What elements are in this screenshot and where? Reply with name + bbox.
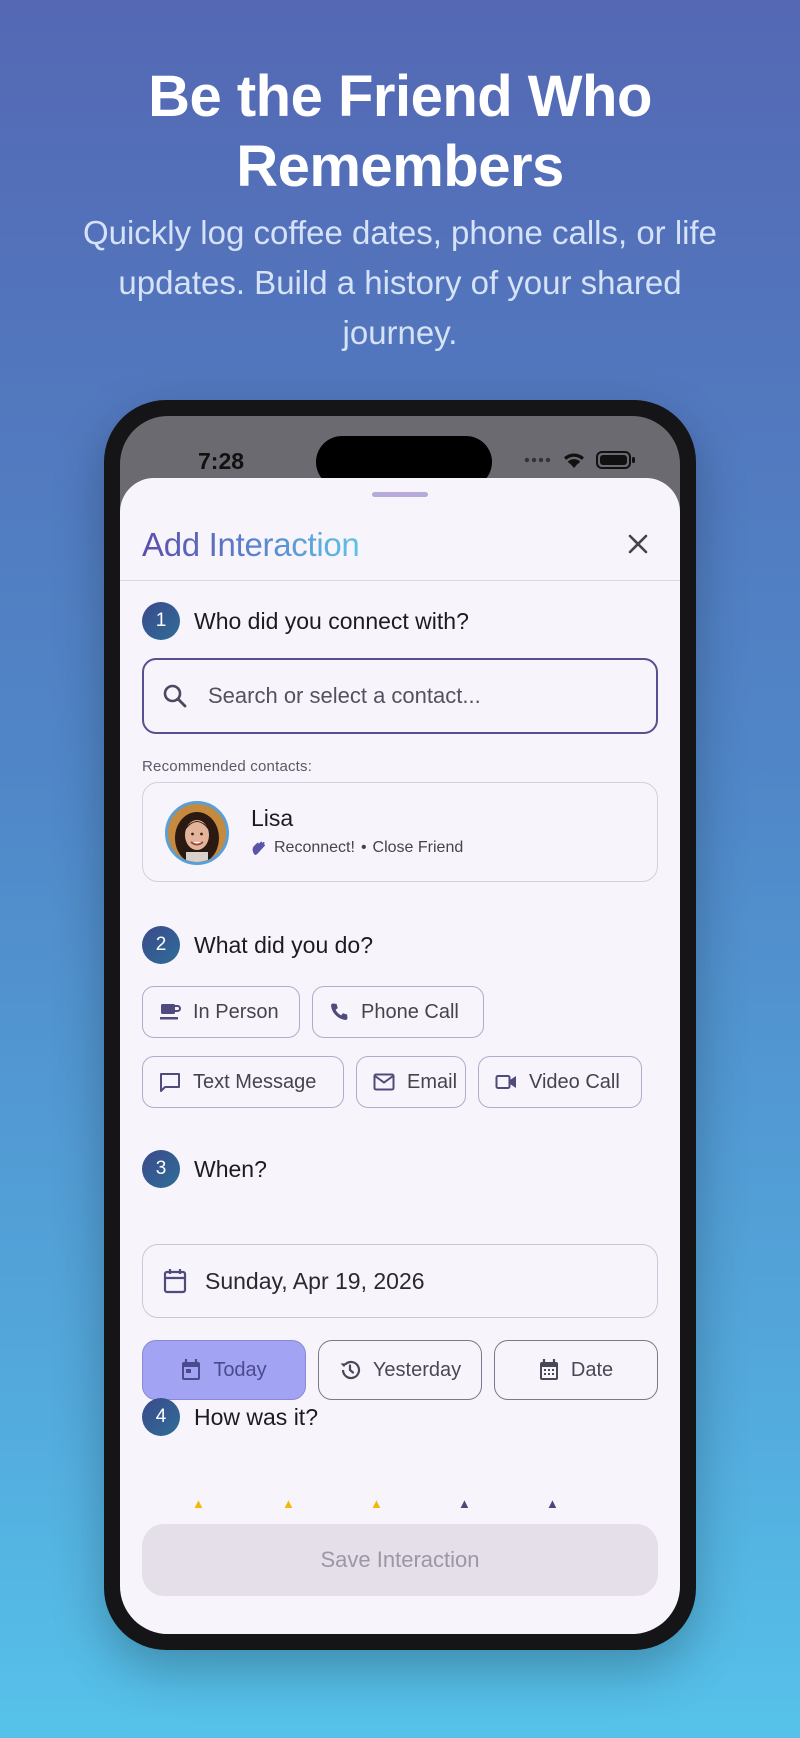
close-icon xyxy=(628,534,648,554)
activity-email[interactable]: Email xyxy=(356,1056,466,1108)
date-field[interactable]: Sunday, Apr 19, 2026 xyxy=(142,1244,658,1318)
phone-icon xyxy=(331,1003,348,1020)
add-interaction-sheet: Add Interaction 1 Who did you connect wi… xyxy=(120,478,680,1634)
avatar xyxy=(165,801,229,865)
activity-text-message[interactable]: Text Message xyxy=(142,1056,344,1108)
calendar-icon xyxy=(163,1269,187,1294)
recommended-label: Recommended contacts: xyxy=(142,758,313,775)
phone-screen: 7:28 Add Interaction 1 Who did you conne… xyxy=(120,416,680,1634)
contact-status: Reconnect! xyxy=(274,839,355,856)
message-icon xyxy=(160,1073,180,1092)
today-button[interactable]: Today xyxy=(142,1340,306,1400)
activity-label: In Person xyxy=(193,1000,279,1023)
activity-label: Text Message xyxy=(193,1070,317,1093)
date-value: Sunday, Apr 19, 2026 xyxy=(205,1267,425,1294)
activity-video-call[interactable]: Video Call xyxy=(478,1056,642,1108)
contact-meta: Reconnect! • Close Friend xyxy=(251,839,463,857)
step-4-header: 4 How was it? xyxy=(142,1398,318,1436)
coffee-icon xyxy=(160,1004,181,1020)
calendar-today-icon xyxy=(182,1359,201,1380)
save-interaction-button[interactable]: Save Interaction xyxy=(142,1524,658,1596)
sheet-grabber[interactable] xyxy=(372,492,428,497)
step-number: 2 xyxy=(142,926,180,964)
activity-label: Email xyxy=(407,1070,458,1093)
meta-separator: • xyxy=(360,839,367,856)
wifi-icon xyxy=(564,453,584,468)
rating-star-1[interactable]: ▲ xyxy=(192,1496,205,1511)
status-icons xyxy=(524,450,636,470)
waving-hand-icon xyxy=(252,841,266,855)
status-time: 7:28 xyxy=(198,448,245,474)
step-2-header: 2 What did you do? xyxy=(142,926,373,964)
video-icon xyxy=(495,1075,516,1089)
history-icon xyxy=(340,1360,360,1380)
sheet-title: Add Interaction xyxy=(142,526,360,563)
pick-date-button[interactable]: Date xyxy=(494,1340,658,1400)
hero-title: Be the Friend Who Remembers xyxy=(0,62,800,202)
phone-frame: 7:28 Add Interaction 1 Who did you conne… xyxy=(104,400,696,1650)
step-question: How was it? xyxy=(194,1403,318,1430)
step-number: 1 xyxy=(142,602,180,640)
yesterday-button[interactable]: Yesterday xyxy=(318,1340,482,1400)
hero-title-line2: Remembers xyxy=(236,134,564,199)
hero-title-line1: Be the Friend Who xyxy=(148,64,652,129)
pick-date-label: Date xyxy=(570,1358,614,1381)
rating-star-5[interactable]: ▲ xyxy=(546,1496,559,1511)
calendar-grid-icon xyxy=(539,1359,558,1380)
mail-icon xyxy=(373,1073,395,1091)
activity-label: Video Call xyxy=(529,1070,620,1093)
search-input[interactable] xyxy=(208,683,628,709)
rating-star-4[interactable]: ▲ xyxy=(458,1496,471,1511)
recommended-contact-card[interactable]: Lisa Reconnect! • Close Friend xyxy=(142,782,658,882)
activity-in-person[interactable]: In Person xyxy=(142,986,300,1038)
step-1-header: 1 Who did you connect with? xyxy=(142,602,469,640)
step-question: What did you do? xyxy=(194,931,374,958)
contact-relation: Close Friend xyxy=(372,839,464,856)
step-question: When? xyxy=(194,1155,267,1182)
rating-star-3[interactable]: ▲ xyxy=(370,1496,383,1511)
rating-star-2[interactable]: ▲ xyxy=(282,1496,295,1511)
step-number: 4 xyxy=(142,1398,180,1436)
header-divider xyxy=(120,580,680,581)
battery-icon xyxy=(596,451,635,469)
signal-icon xyxy=(524,457,551,463)
step-question: Who did you connect with? xyxy=(194,607,469,634)
activity-label: Phone Call xyxy=(361,1000,459,1023)
step-3-header: 3 When? xyxy=(142,1150,267,1188)
close-button[interactable] xyxy=(622,528,654,560)
hero-subtitle: Quickly log coffee dates, phone calls, o… xyxy=(82,214,718,351)
search-icon xyxy=(163,684,187,708)
contact-name: Lisa xyxy=(251,805,294,831)
yesterday-label: Yesterday xyxy=(372,1358,462,1381)
today-label: Today xyxy=(213,1358,267,1381)
contact-search-field[interactable] xyxy=(142,658,658,734)
step-number: 3 xyxy=(142,1150,180,1188)
activity-phone-call[interactable]: Phone Call xyxy=(312,986,484,1038)
